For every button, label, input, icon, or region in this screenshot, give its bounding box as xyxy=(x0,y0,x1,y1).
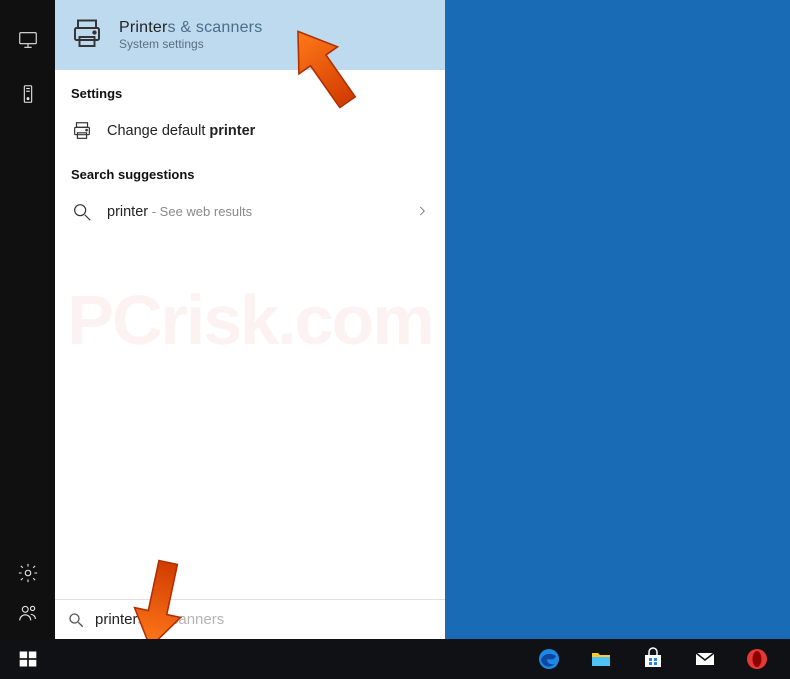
best-match-result[interactable]: Printers & scanners System settings xyxy=(55,0,445,70)
folder-icon xyxy=(589,647,613,671)
store-icon xyxy=(641,647,665,671)
settings-result-change-default-printer[interactable]: Change default printer xyxy=(55,111,445,151)
mail-icon xyxy=(693,647,717,671)
gear-icon[interactable] xyxy=(16,561,40,585)
opera-icon xyxy=(745,647,769,671)
printer-icon xyxy=(71,120,93,142)
printer-icon xyxy=(69,16,105,55)
best-match-title: Printers & scanners xyxy=(119,19,262,37)
tower-icon[interactable] xyxy=(16,82,40,106)
search-icon xyxy=(71,201,93,223)
web-suggestion-label: printer - See web results xyxy=(107,204,252,220)
web-suggestion-printer[interactable]: printer - See web results xyxy=(55,192,445,232)
start-button[interactable] xyxy=(0,639,55,679)
taskbar-app-store[interactable] xyxy=(630,639,676,679)
start-search-input[interactable]: printers & scanners xyxy=(55,599,445,639)
taskbar-search-area xyxy=(55,639,445,679)
taskbar-app-file-explorer[interactable] xyxy=(578,639,624,679)
edge-icon xyxy=(537,647,561,671)
search-icon xyxy=(67,611,85,629)
section-search-suggestions-label: Search suggestions xyxy=(55,151,445,192)
start-menu-rail xyxy=(0,0,55,639)
taskbar-app-opera[interactable] xyxy=(734,639,780,679)
settings-result-label: Change default printer xyxy=(107,123,255,139)
section-settings-label: Settings xyxy=(55,70,445,111)
chevron-right-icon xyxy=(415,204,429,221)
taskbar-app-mail[interactable] xyxy=(682,639,728,679)
taskbar-pinned-apps xyxy=(516,639,790,679)
windows-logo-icon xyxy=(18,649,38,669)
start-search-panel: Printers & scanners System settings Sett… xyxy=(55,0,445,639)
best-match-subtitle: System settings xyxy=(119,37,262,51)
monitor-icon[interactable] xyxy=(16,28,40,52)
search-typed-text: printers & scanners xyxy=(95,611,224,628)
taskbar-app-edge[interactable] xyxy=(526,639,572,679)
people-icon[interactable] xyxy=(16,601,40,625)
desktop: Printers & scanners System settings Sett… xyxy=(0,0,790,679)
taskbar xyxy=(0,639,790,679)
